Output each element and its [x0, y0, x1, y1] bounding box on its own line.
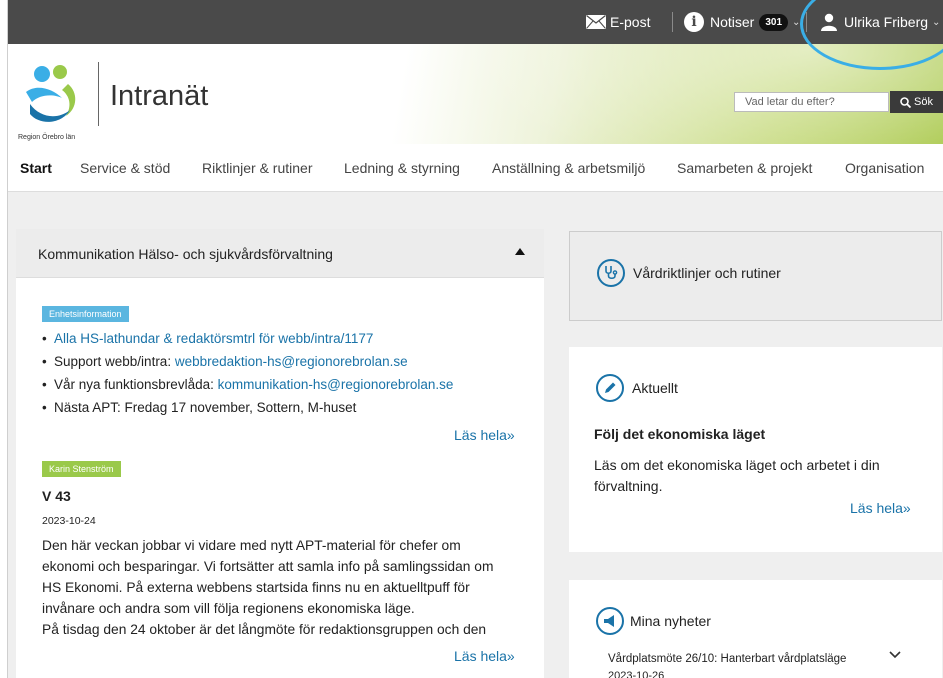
tab-service-stod[interactable]: Service & stöd — [80, 160, 170, 176]
post-date: 2023-10-24 — [42, 515, 96, 527]
chevron-down-icon: ⌄ — [792, 16, 801, 28]
news-body: Läs om det ekonomiska läget och arbetet … — [594, 457, 880, 494]
support-email-link[interactable]: webbredaktion-hs@regionorebrolan.se — [175, 354, 408, 369]
chevron-up-icon[interactable] — [514, 247, 526, 257]
read-more-link[interactable]: Läs hela» — [850, 500, 911, 516]
my-news-title: Mina nyheter — [630, 613, 711, 629]
post-title[interactable]: V 43 — [42, 488, 71, 504]
post-body: Den här veckan jobbar vi vidare med nytt… — [42, 538, 494, 637]
tab-riktlinjer-rutiner[interactable]: Riktlinjer & rutiner — [202, 160, 312, 176]
main-nav: Start Service & stöd Riktlinjer & rutine… — [8, 144, 943, 192]
list-item: Nästa APT: Fredag 17 november, Sottern, … — [42, 396, 453, 419]
news-card: Aktuellt Följ det ekonomiska läget Läs o… — [569, 347, 942, 552]
news-headline[interactable]: Följ det ekonomiska läget — [594, 426, 765, 442]
region-logo-icon[interactable] — [18, 58, 98, 138]
unit-info-tag: Enhetsinformation — [42, 306, 129, 322]
tab-ledning-styrning[interactable]: Ledning & styrning — [344, 160, 460, 176]
notifications-count-badge: 301 — [759, 13, 789, 31]
divider — [806, 12, 807, 32]
chevron-down-icon[interactable] — [889, 651, 901, 659]
my-news-card: Mina nyheter Vårdplatsmöte 26/10: Hanter… — [569, 580, 942, 678]
search-input[interactable]: Vad letar du efter? — [734, 92, 889, 112]
tab-organisation[interactable]: Organisation — [845, 160, 924, 176]
org-name: Region Örebro län — [18, 134, 76, 141]
unit-info-list: Alla HS-lathundar & redaktörsmtrl för we… — [42, 327, 453, 419]
panel-header[interactable]: Kommunikation Hälso- och sjukvårdsförval… — [16, 229, 544, 278]
unit-info-section: Enhetsinformation Alla HS-lathundar & re… — [42, 304, 453, 419]
user-name: Ulrika Friberg — [844, 14, 929, 30]
tab-samarbeten-projekt[interactable]: Samarbeten & projekt — [677, 160, 812, 176]
top-utility-bar: E-post i Notiser 301 ⌄ Ulrika Friberg ⌄ — [8, 0, 943, 44]
user-menu[interactable]: Ulrika Friberg ⌄ — [820, 0, 940, 44]
read-more-link[interactable]: Läs hela» — [454, 648, 515, 664]
email-label: E-post — [610, 14, 651, 30]
search-icon — [900, 96, 912, 108]
pencil-icon — [596, 374, 624, 402]
search-button[interactable]: Sök — [890, 91, 943, 113]
site-header: Region Örebro län Intranät Vad letar du … — [8, 44, 943, 144]
my-news-item-date: 2023-10-26 — [608, 670, 665, 678]
news-title: Aktuellt — [632, 380, 678, 396]
envelope-icon — [586, 15, 606, 29]
stethoscope-icon — [597, 259, 625, 287]
guidelines-card[interactable]: Vårdriktlinjer och rutiner — [569, 231, 942, 321]
read-more-link[interactable]: Läs hela» — [454, 427, 515, 443]
notifications-label: Notiser — [710, 14, 755, 30]
function-mailbox-link[interactable]: kommunikation-hs@regionorebrolan.se — [218, 377, 454, 392]
tab-anstallning-arbetsmiljo[interactable]: Anställning & arbetsmiljö — [492, 160, 645, 176]
left-window-edge — [0, 0, 8, 678]
chevron-down-icon: ⌄ — [932, 16, 941, 28]
list-item[interactable]: Alla HS-lathundar & redaktörsmtrl för we… — [42, 327, 453, 350]
logo-divider — [98, 62, 99, 126]
info-icon: i — [684, 12, 704, 32]
megaphone-icon — [596, 607, 624, 635]
guidelines-title: Vårdriktlinjer och rutiner — [633, 265, 781, 281]
search-button-label: Sök — [914, 96, 933, 108]
my-news-item-title[interactable]: Vårdplatsmöte 26/10: Hanterbart vårdplat… — [608, 653, 846, 665]
site-title[interactable]: Intranät — [110, 80, 208, 113]
list-item: Vår nya funktionsbrevlåda: kommunikation… — [42, 373, 453, 396]
author-tag: Karin Stenström — [42, 461, 121, 477]
list-item: Support webb/intra: webbredaktion-hs@reg… — [42, 350, 453, 373]
email-link[interactable]: E-post — [586, 0, 650, 44]
user-icon — [821, 13, 837, 31]
communication-panel: Kommunikation Hälso- och sjukvårdsförval… — [16, 229, 544, 678]
notifications-menu[interactable]: i Notiser 301 ⌄ — [684, 0, 800, 44]
divider — [672, 12, 673, 32]
panel-title: Kommunikation Hälso- och sjukvårdsförval… — [38, 246, 333, 262]
tab-start[interactable]: Start — [20, 160, 52, 176]
